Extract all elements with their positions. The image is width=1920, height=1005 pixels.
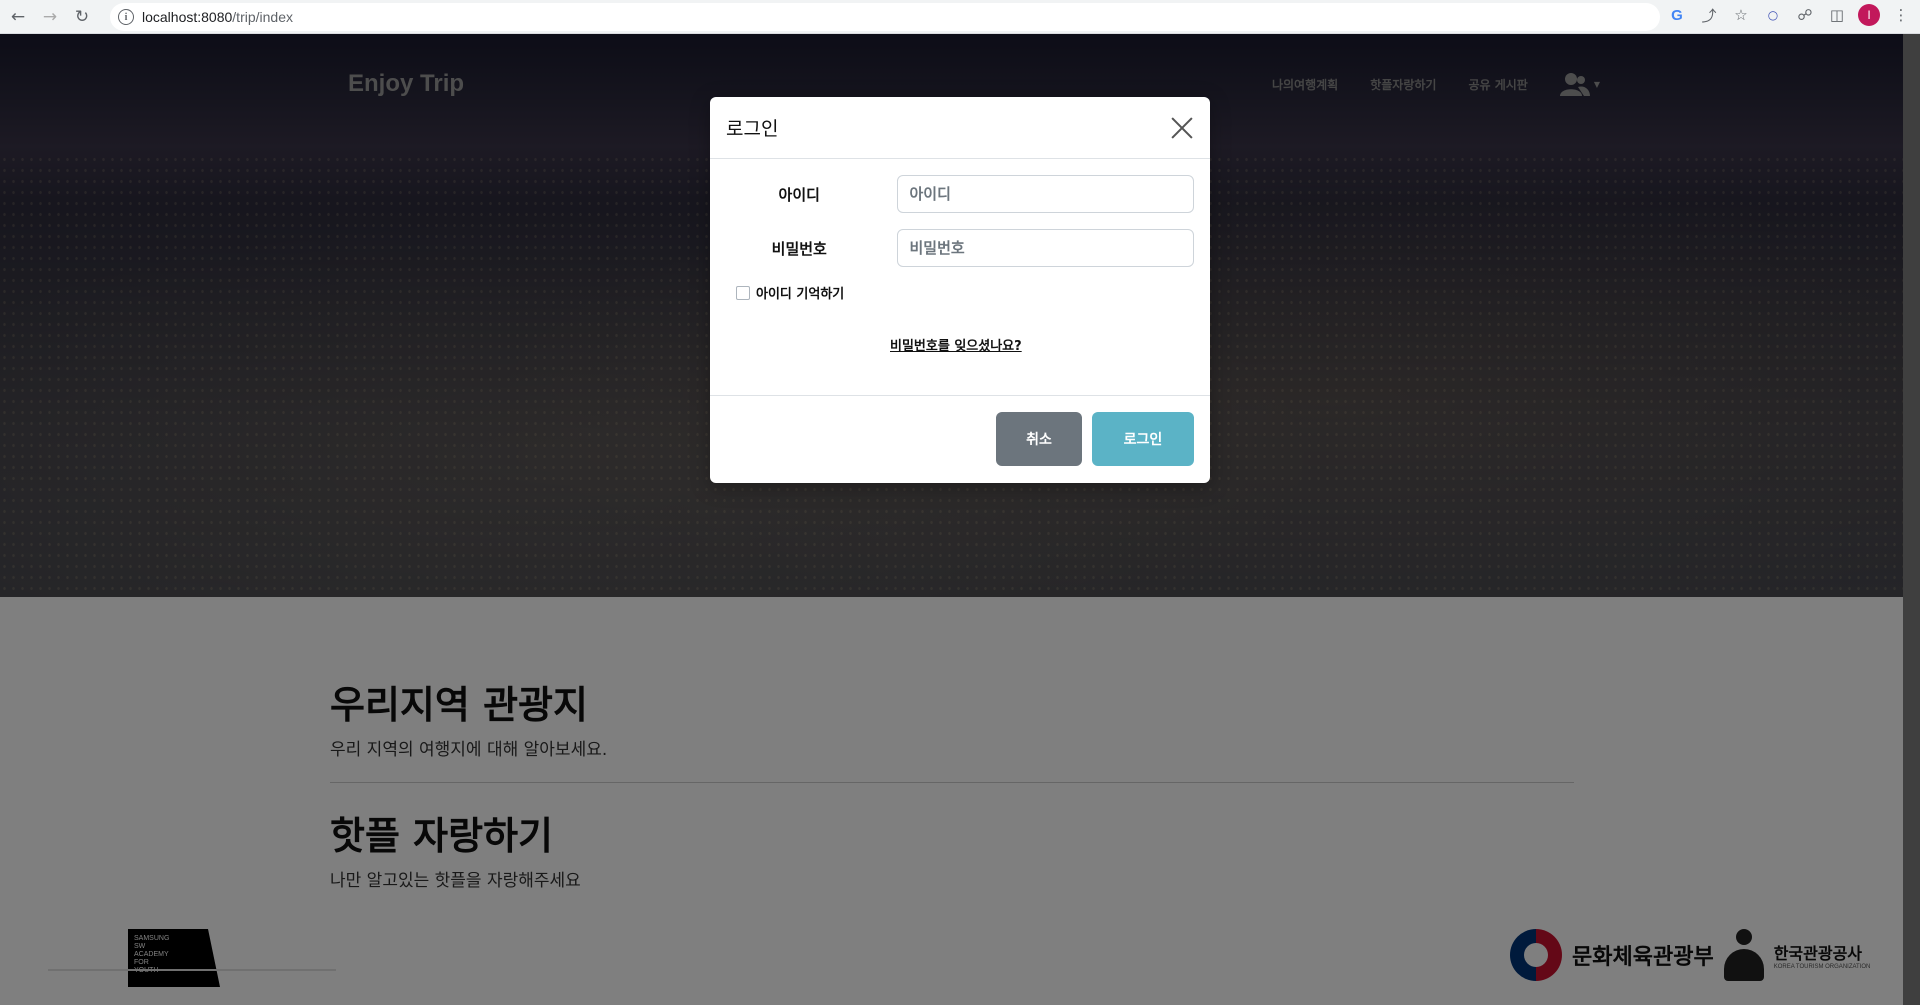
modal-backdrop[interactable]: 로그인 아이디 비밀번호 아이디 기억하기 비밀번호를 잊으셨나요? 취소 로그… bbox=[0, 34, 1920, 1005]
share-icon[interactable]: ⤴ bbox=[1698, 4, 1720, 26]
google-icon[interactable]: G bbox=[1666, 4, 1688, 26]
browser-actions: G ⤴ ☆ ○ ☍ ◫ I ⋮ bbox=[1666, 4, 1912, 26]
modal-title: 로그인 bbox=[726, 118, 779, 140]
close-icon[interactable] bbox=[1170, 116, 1194, 140]
id-label: 아이디 bbox=[778, 185, 820, 204]
remember-id-row[interactable]: 아이디 기억하기 bbox=[736, 283, 1194, 302]
remember-id-label[interactable]: 아이디 기억하기 bbox=[756, 283, 844, 302]
login-button[interactable]: 로그인 bbox=[1092, 412, 1194, 466]
extension-m-icon[interactable]: ○ bbox=[1762, 4, 1784, 26]
profile-avatar[interactable]: I bbox=[1858, 4, 1880, 26]
id-row: 아이디 bbox=[726, 175, 1194, 213]
modal-footer: 취소 로그인 bbox=[710, 396, 1210, 482]
forgot-password-link[interactable]: 비밀번호를 잊으셨나요? bbox=[890, 335, 1022, 354]
modal-header: 로그인 bbox=[710, 97, 1210, 159]
password-label: 비밀번호 bbox=[771, 239, 827, 258]
remember-id-checkbox[interactable] bbox=[736, 285, 750, 300]
side-panel-icon[interactable]: ◫ bbox=[1826, 4, 1848, 26]
url-path: /trip/index bbox=[232, 9, 293, 25]
address-bar[interactable]: i localhost:8080/trip/index bbox=[110, 3, 1660, 31]
modal-body: 아이디 비밀번호 아이디 기억하기 비밀번호를 잊으셨나요? bbox=[710, 159, 1210, 396]
browser-toolbar: ← → ↻ i localhost:8080/trip/index G ⤴ ☆ … bbox=[0, 0, 1920, 34]
cancel-button[interactable]: 취소 bbox=[996, 412, 1082, 466]
site-info-icon[interactable]: i bbox=[118, 9, 134, 25]
reload-icon[interactable]: ↻ bbox=[68, 3, 96, 31]
puzzle-icon[interactable]: ☍ bbox=[1794, 4, 1816, 26]
id-input[interactable] bbox=[896, 175, 1194, 213]
password-row: 비밀번호 bbox=[726, 229, 1194, 267]
login-modal: 로그인 아이디 비밀번호 아이디 기억하기 비밀번호를 잊으셨나요? 취소 로그… bbox=[710, 97, 1210, 483]
menu-kebab-icon[interactable]: ⋮ bbox=[1890, 4, 1912, 26]
password-input[interactable] bbox=[896, 229, 1194, 267]
back-icon[interactable]: ← bbox=[4, 3, 32, 31]
url-host: localhost:8080 bbox=[142, 9, 233, 25]
star-icon[interactable]: ☆ bbox=[1730, 4, 1752, 26]
url-text[interactable]: localhost:8080/trip/index bbox=[142, 9, 293, 25]
forward-icon[interactable]: → bbox=[36, 3, 64, 31]
